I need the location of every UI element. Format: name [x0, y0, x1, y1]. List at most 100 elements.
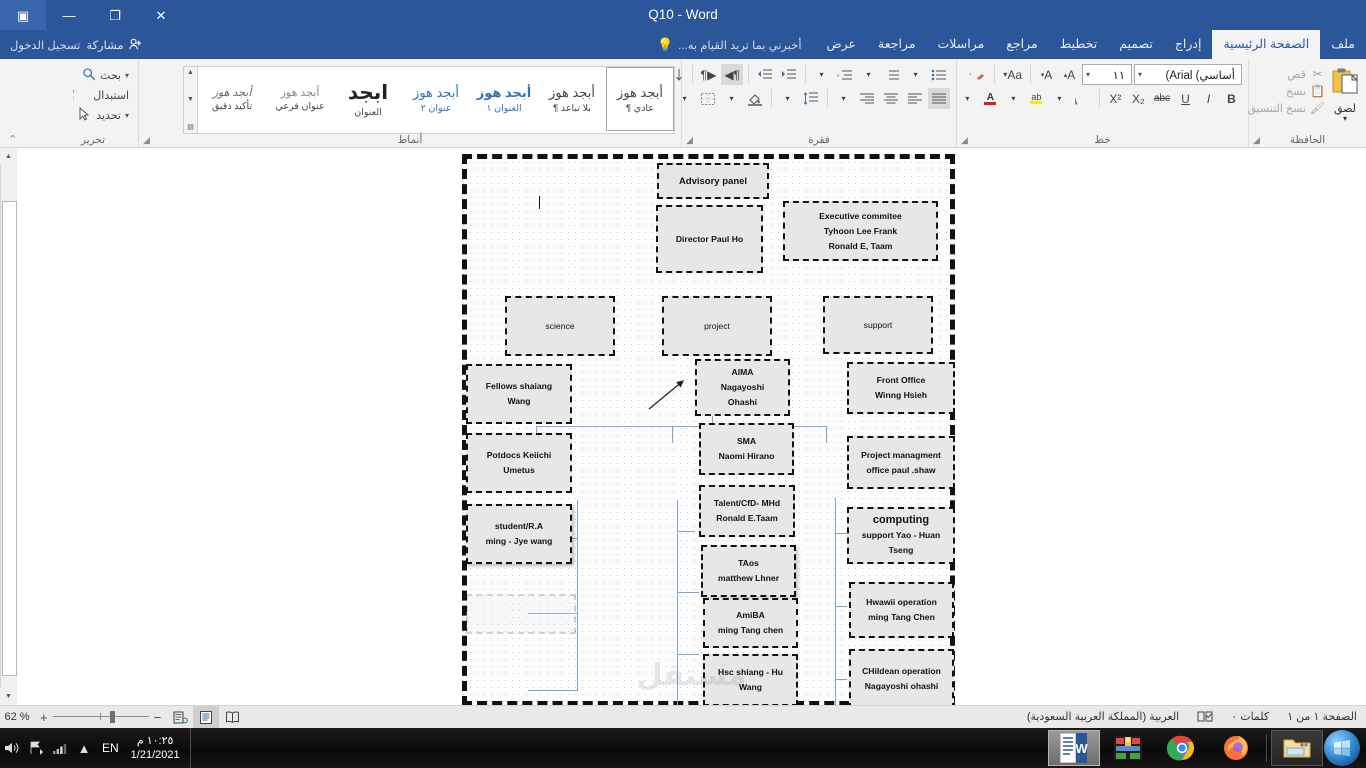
select-button[interactable]: ▾ تحديد [74, 106, 132, 125]
collapse-ribbon-icon[interactable]: ⌃ [8, 133, 17, 146]
node-alma[interactable]: AlMA Nagayoshi Ohashi [695, 359, 790, 416]
document-page[interactable]: Advisory panel Director Paul Ho Executiv… [17, 148, 1366, 705]
align-right-icon[interactable] [856, 88, 878, 109]
chrome-taskbar-button[interactable] [1156, 730, 1208, 766]
vertical-scrollbar[interactable]: ▲ ▼ [0, 148, 17, 705]
strikethrough-button[interactable]: abc [1151, 88, 1173, 109]
format-painter-button[interactable]: 🖌 نسخ التنسيق [1245, 100, 1328, 116]
bold-button[interactable]: B [1221, 88, 1242, 109]
tab-file[interactable]: ملف [1320, 30, 1366, 59]
chevron-down-icon[interactable]: ▾ [957, 88, 978, 109]
node-taos[interactable]: TAos matthew Lhner [701, 545, 796, 597]
find-button[interactable]: ▾ بحث [78, 66, 132, 85]
language-indicator[interactable]: EN [96, 741, 125, 755]
proofing-icon[interactable] [1188, 706, 1222, 729]
chevron-down-icon[interactable]: ▾ [721, 88, 742, 109]
font-size-combobox[interactable]: ١١ ▾ [1082, 64, 1132, 85]
tab-layout[interactable]: تخطيط [1049, 30, 1108, 59]
clock[interactable]: ١٠:٢٥ م 1/21/2021 [125, 734, 190, 762]
paste-button[interactable]: لصق ▾ [1330, 64, 1360, 123]
windows-start-icon[interactable] [1324, 730, 1360, 766]
text-effects-icon[interactable]: A [1072, 88, 1094, 109]
chevron-down-icon[interactable]: ▾ [905, 64, 926, 85]
print-layout-icon[interactable] [193, 705, 220, 729]
font-dialog-launcher[interactable]: ◢ [961, 135, 968, 146]
decrease-indent-icon[interactable] [754, 64, 776, 85]
show-hidden-icons-icon[interactable]: ▲ [72, 728, 96, 768]
highlight-color-icon[interactable]: ab [1026, 88, 1047, 109]
chevron-down-icon[interactable]: ▾ [1049, 88, 1070, 109]
underline-button[interactable]: U [1175, 88, 1196, 109]
show-desktop-button[interactable] [189, 728, 198, 768]
font-color-icon[interactable]: A [980, 88, 1001, 109]
style-subtitle[interactable]: أبجد هوز عنوان فرعي [266, 67, 334, 131]
chevron-down-icon[interactable]: ▾ [1138, 70, 1142, 79]
zoom-out-button[interactable]: − [154, 710, 162, 725]
scrollbar-thumb[interactable] [2, 201, 17, 676]
chevron-down-icon[interactable]: ▾ [833, 88, 854, 109]
web-layout-icon[interactable] [167, 706, 193, 729]
align-center-icon[interactable] [880, 88, 902, 109]
tab-review[interactable]: مراجعة [867, 30, 927, 59]
styles-dialog-launcher[interactable]: ◢ [143, 135, 150, 146]
bullets-icon[interactable] [928, 64, 950, 85]
multilevel-list-icon[interactable]: 1ai [834, 64, 856, 85]
tab-home[interactable]: الصفحة الرئيسية [1212, 30, 1321, 59]
node-hsc-shiang[interactable]: Hsc shiang - Hu Wang [703, 654, 798, 705]
chevron-down-icon[interactable]: ▾ [777, 88, 798, 109]
close-icon[interactable]: ✕ [138, 0, 184, 30]
node-front-office[interactable]: Front Office Winng Hsieh [847, 362, 955, 414]
zoom-slider-track[interactable] [52, 711, 149, 723]
line-spacing-icon[interactable] [800, 88, 822, 109]
zoom-level[interactable]: 62 % [0, 711, 34, 723]
style-heading-2[interactable]: أبجد هوز عنوان ٢ [402, 67, 470, 131]
word-taskbar-button[interactable]: W [1048, 730, 1100, 766]
tab-mailings[interactable]: مراسلات [927, 30, 996, 59]
restore-icon[interactable]: ❐ [92, 0, 138, 30]
node-chilean-operation[interactable]: CHildean operation Nagayoshi ohashi [849, 649, 954, 705]
shading-icon[interactable] [744, 88, 766, 109]
tab-references[interactable]: مراجع [995, 30, 1048, 59]
zoom-in-button[interactable]: + [40, 710, 48, 725]
clipboard-dialog-launcher[interactable]: ◢ [1253, 135, 1260, 146]
justify-icon[interactable] [928, 88, 950, 109]
left-to-right-icon[interactable]: ▶¶ [698, 64, 720, 85]
node-postdocs[interactable]: Potdocs Keiichi Umetus [466, 433, 572, 493]
scroll-up-icon[interactable]: ▲ [187, 69, 194, 76]
right-to-left-icon[interactable]: ¶◀ [721, 64, 743, 85]
language-indicator[interactable]: العربية (المملكة العربية السعودية) [1018, 706, 1188, 729]
node-science[interactable]: science [505, 296, 615, 356]
more-styles-icon[interactable]: ▤ [187, 123, 194, 131]
subscript-button[interactable]: X₂ [1128, 88, 1149, 109]
copy-button[interactable]: 📋 نسخ [1245, 83, 1328, 99]
paragraph-dialog-launcher[interactable]: ◢ [686, 135, 693, 146]
node-amiba[interactable]: AmiBA ming Tang chen [703, 598, 798, 648]
node-support[interactable]: support [823, 296, 933, 354]
align-left-icon[interactable] [904, 88, 926, 109]
chevron-down-icon[interactable]: ▾ [1343, 115, 1347, 123]
node-project[interactable]: project [662, 296, 772, 356]
tab-insert[interactable]: إدراج [1164, 30, 1213, 59]
change-case-icon[interactable]: Aa ▾ [1000, 64, 1025, 85]
network-signal-icon[interactable] [48, 728, 72, 768]
node-executive-committee[interactable]: Executive commitee Tyhoon Lee Frank Rona… [783, 201, 938, 261]
decrease-font-size-icon[interactable]: A ▾ [1036, 64, 1057, 85]
style-normal[interactable]: أبجد هوز عادي ¶ [606, 67, 674, 131]
scroll-up-icon[interactable]: ▲ [0, 148, 17, 165]
word-count[interactable]: كلمات ٠ [1222, 706, 1278, 729]
node-student-ra[interactable]: student/R.A ming - Jye wang [466, 504, 572, 564]
node-science-extra[interactable] [466, 594, 576, 634]
style-subtle-emphasis[interactable]: أبجد هوز تأكيد دقيق [198, 67, 266, 131]
tab-design[interactable]: تصميم [1108, 30, 1164, 59]
node-director[interactable]: Director Paul Ho [656, 205, 763, 273]
font-family-combobox[interactable]: أساسي) Arial) ▾ [1134, 64, 1242, 85]
cut-button[interactable]: ✂ قص [1245, 66, 1328, 82]
game-taskbar-button[interactable] [1102, 730, 1154, 766]
node-sma[interactable]: SMA Naomi Hirano [699, 423, 794, 475]
style-heading-1[interactable]: أبجد هوز العنوان ١ [470, 67, 538, 131]
sign-in-link[interactable]: تسجيل الدخول [10, 38, 80, 52]
clear-formatting-icon[interactable]: A [967, 64, 989, 85]
minimize-icon[interactable]: — [46, 0, 92, 30]
firefox-taskbar-button[interactable] [1210, 730, 1262, 766]
share-button[interactable]: مشاركة [86, 37, 142, 52]
